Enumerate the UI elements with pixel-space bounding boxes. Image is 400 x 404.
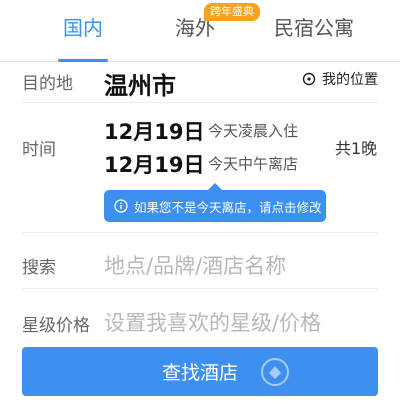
star-price-label: 星级价格 — [22, 316, 90, 336]
time-label: 时间 — [22, 140, 56, 160]
search-label: 搜索 — [22, 258, 56, 278]
nights-count: 共1晚 — [335, 139, 378, 158]
destination-city[interactable]: 温州市 — [104, 66, 176, 101]
checkout-tooltip[interactable]: 如果您不是今天离店，请点击修改 — [104, 183, 326, 222]
divider — [22, 288, 378, 289]
tab-domestic[interactable]: 国内 — [48, 12, 118, 42]
watermark-icon — [261, 358, 289, 386]
promo-badge: 跨年盛典 — [204, 3, 260, 21]
checkout-date[interactable]: 12月19日 — [104, 149, 204, 179]
star-price-input[interactable]: 设置我喜欢的星级/价格 — [104, 307, 321, 337]
watermark-logo — [260, 352, 290, 392]
destination-label: 目的地 — [22, 74, 73, 94]
info-icon — [114, 199, 128, 213]
checkin-date[interactable]: 12月19日 — [104, 116, 204, 146]
active-tab-indicator — [58, 59, 108, 62]
checkin-note: 今天凌晨入住 — [208, 122, 299, 140]
checkout-note: 今天中午离店 — [208, 155, 299, 173]
divider — [22, 232, 378, 233]
tab-bar: 国内 海外 民宿公寓 跨年盛典 — [0, 0, 400, 62]
find-hotel-button[interactable]: 查找酒店 — [22, 347, 378, 396]
search-input[interactable]: 地点/品牌/酒店名称 — [104, 250, 286, 280]
my-location-label: 我的位置 — [322, 72, 378, 88]
tab-bnb-apartment[interactable]: 民宿公寓 — [262, 12, 366, 42]
my-location-button[interactable]: 我的位置 — [302, 68, 378, 90]
crosshair-icon — [302, 72, 316, 86]
divider — [22, 102, 378, 103]
tooltip-text: 如果您不是今天离店，请点击修改 — [134, 199, 322, 215]
